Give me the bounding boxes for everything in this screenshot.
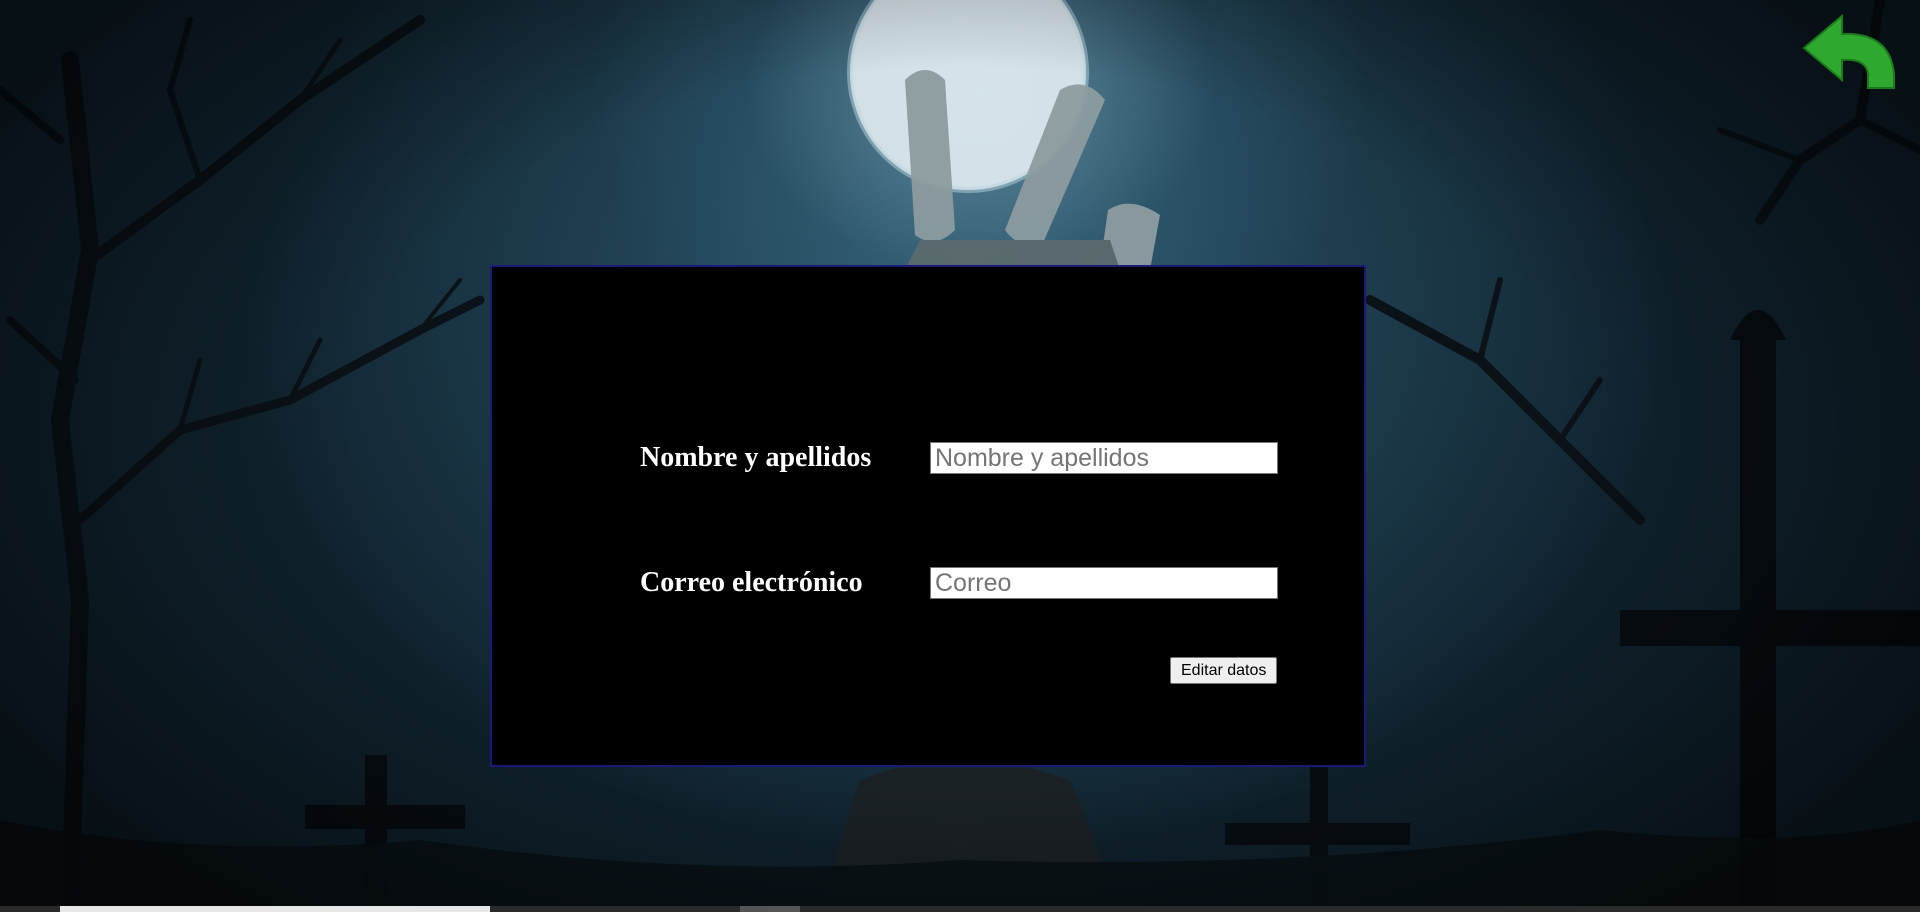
- email-row: Correo electrónico: [640, 567, 1278, 599]
- horizontal-scrollbar[interactable]: [0, 906, 1920, 912]
- scrollbar-segment: [740, 906, 800, 912]
- email-label: Correo electrónico: [640, 567, 863, 598]
- edit-profile-panel: Nombre y apellidos Correo electrónico Ed…: [490, 265, 1366, 767]
- name-label: Nombre y apellidos: [640, 442, 872, 473]
- name-row: Nombre y apellidos: [640, 442, 1278, 474]
- back-arrow-icon[interactable]: [1802, 13, 1898, 92]
- scrollbar-thumb[interactable]: [60, 906, 490, 912]
- name-input[interactable]: [930, 442, 1278, 474]
- edit-data-button[interactable]: Editar datos: [1170, 657, 1278, 684]
- email-input[interactable]: [930, 567, 1278, 599]
